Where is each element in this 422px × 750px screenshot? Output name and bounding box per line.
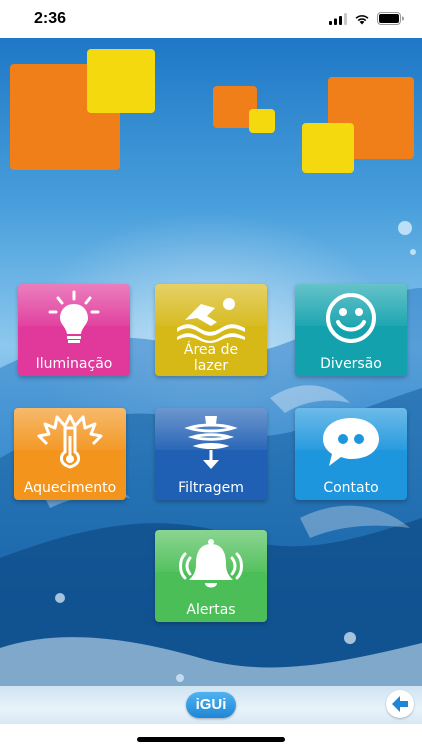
arrow-left-icon: [392, 696, 408, 712]
filtragem-button[interactable]: Filtragem: [155, 408, 267, 500]
contato-button[interactable]: Contato: [295, 408, 407, 500]
bell-icon: [155, 536, 267, 590]
area-de-lazer-label: Área de lazer: [183, 342, 239, 374]
wifi-icon: [355, 14, 369, 24]
home-indicator: [137, 737, 285, 742]
status-time: 2:36: [34, 10, 67, 27]
aquecimento-button[interactable]: Aquecimento: [14, 408, 126, 500]
igui-logo[interactable]: iGUi: [186, 692, 236, 718]
diversao-button[interactable]: Diversão: [295, 284, 407, 376]
iluminacao-label: Iluminação: [35, 356, 113, 372]
status-icons: [329, 12, 404, 25]
swimmer-icon: [155, 290, 267, 344]
thermometer-icon: [14, 414, 126, 469]
aquecimento-label: Aquecimento: [23, 480, 117, 496]
diversao-label: Diversão: [320, 356, 382, 372]
contato-label: Contato: [323, 480, 379, 496]
back-button[interactable]: [386, 690, 414, 718]
water-background: Iluminação Área de lazer Diversão Aqueci…: [0, 38, 422, 724]
alertas-button[interactable]: Alertas: [155, 530, 267, 622]
filter-vortex-icon: [155, 414, 267, 469]
decor-square: [302, 123, 354, 173]
decor-square: [87, 49, 155, 113]
lightbulb-icon: [18, 290, 130, 344]
iluminacao-button[interactable]: Iluminação: [18, 284, 130, 376]
signal-icon: [329, 12, 347, 25]
battery-icon: [377, 12, 404, 25]
chat-bubble-icon: [295, 414, 407, 468]
filtragem-label: Filtragem: [178, 480, 244, 496]
decor-square: [249, 109, 275, 133]
alertas-label: Alertas: [186, 602, 236, 618]
smiley-icon: [295, 290, 407, 344]
area-de-lazer-button[interactable]: Área de lazer: [155, 284, 267, 376]
status-bar: 2:36: [0, 0, 422, 38]
